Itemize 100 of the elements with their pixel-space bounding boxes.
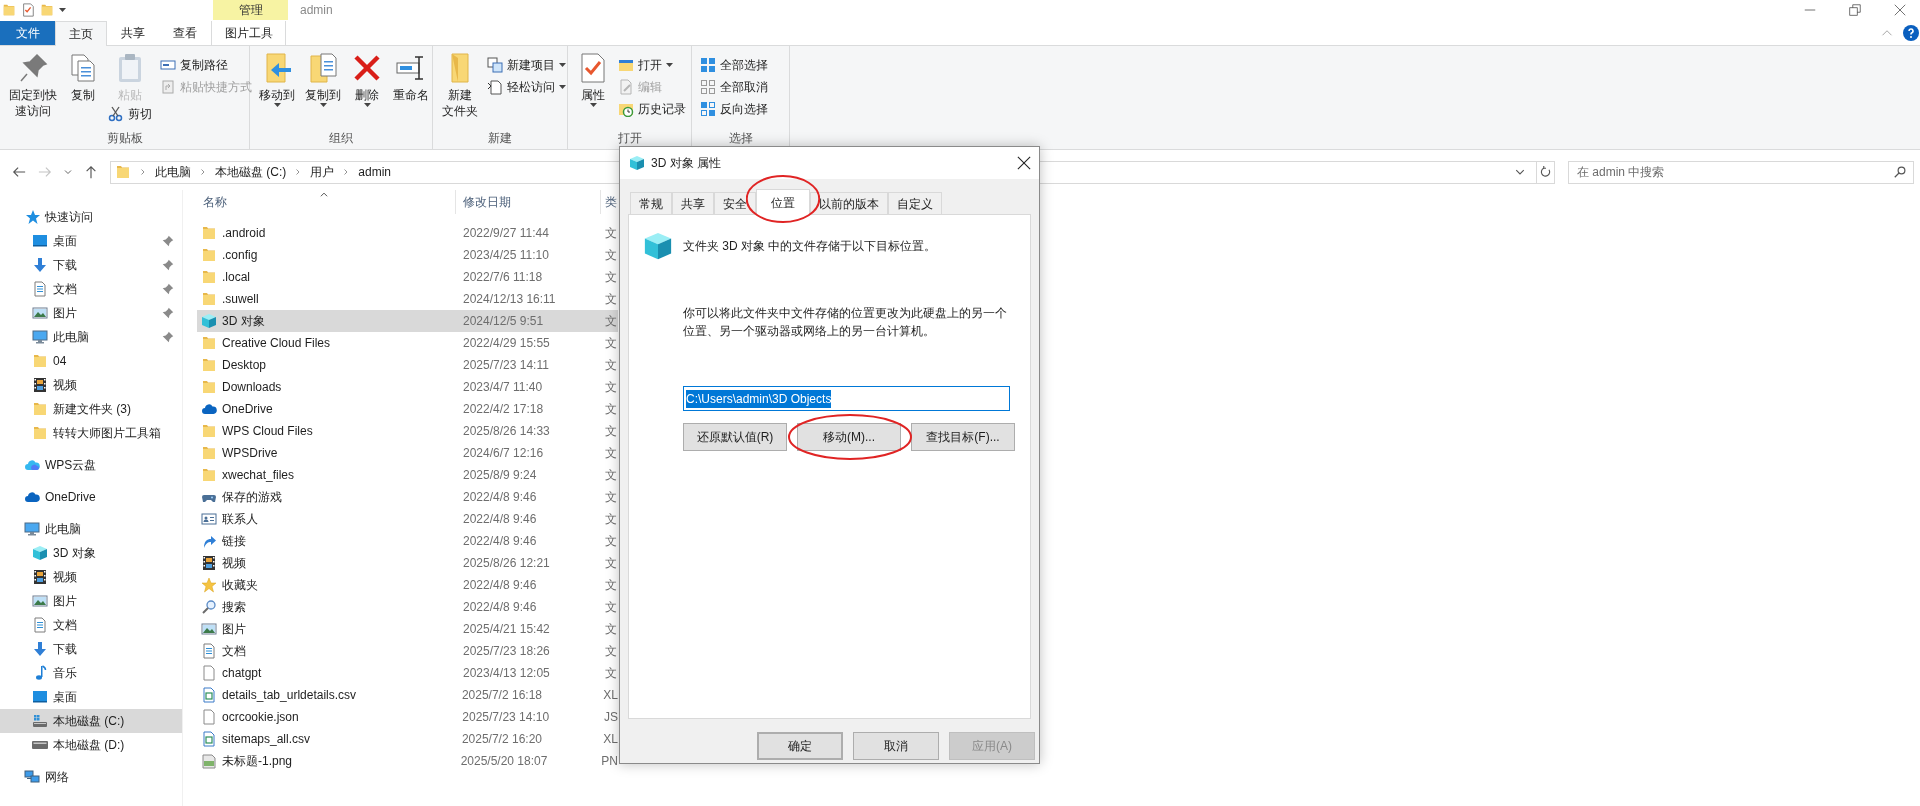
- nav-item[interactable]: 下载: [0, 637, 182, 661]
- file-row[interactable]: 联系人 2022/4/8 9:46 文: [197, 508, 618, 530]
- nav-item[interactable]: 音乐: [0, 661, 182, 685]
- column-header[interactable]: 修改日期: [456, 190, 601, 214]
- nav-item[interactable]: OneDrive: [0, 485, 182, 509]
- file-row[interactable]: 链接 2022/4/8 9:46 文: [197, 530, 618, 552]
- dialog-tab[interactable]: 安全: [714, 192, 756, 214]
- dialog-title: 3D 对象 属性: [651, 155, 722, 172]
- ribbon-command[interactable]: 固定到快 速访问: [6, 52, 60, 119]
- file-row[interactable]: xwechat_files 2025/8/9 9:24 文: [197, 464, 618, 486]
- ribbon-command[interactable]: 复制路径: [158, 54, 254, 76]
- breadcrumb[interactable]: 本地磁盘 (C:): [215, 163, 287, 181]
- file-row[interactable]: Creative Cloud Files 2022/4/29 15:55 文: [197, 332, 618, 354]
- dialog-tab[interactable]: 以前的版本: [810, 192, 888, 214]
- file-row[interactable]: .android 2022/9/27 11:44 文: [197, 222, 618, 244]
- nav-item[interactable]: 桌面: [0, 685, 182, 709]
- nav-item[interactable]: WPS云盘: [0, 453, 182, 477]
- ribbon-tab[interactable]: 主页: [55, 21, 107, 46]
- ribbon-command[interactable]: 移动到: [256, 52, 298, 107]
- file-row[interactable]: 保存的游戏 2022/4/8 9:46 文: [197, 486, 618, 508]
- breadcrumb[interactable]: admin: [358, 163, 391, 181]
- nav-item[interactable]: 04: [0, 349, 182, 373]
- ribbon-command[interactable]: 复制到: [302, 52, 344, 107]
- ribbon-tab[interactable]: 文件: [0, 21, 55, 45]
- nav-item[interactable]: 视频: [0, 565, 182, 589]
- refresh-button[interactable]: [1537, 160, 1555, 184]
- modified-date: 2023/4/25 11:10: [462, 247, 550, 264]
- nav-item[interactable]: 3D 对象: [0, 541, 182, 565]
- ribbon-command[interactable]: 全部选择: [698, 54, 770, 76]
- ribbon-command[interactable]: 轻松访问: [485, 76, 568, 98]
- file-row[interactable]: sitemaps_all.csv 2025/7/2 16:20 XL: [197, 728, 618, 750]
- nav-item[interactable]: 图片: [0, 301, 182, 325]
- ribbon-command[interactable]: 复制: [64, 52, 102, 103]
- ribbon-command[interactable]: 重命名: [390, 52, 432, 103]
- nav-item[interactable]: 视频: [0, 373, 182, 397]
- file-row[interactable]: chatgpt 2023/4/13 12:05 文: [197, 662, 618, 684]
- location-button[interactable]: 还原默认值(R): [683, 423, 787, 451]
- help-icon[interactable]: [1903, 25, 1919, 41]
- file-name: xwechat_files: [222, 467, 295, 484]
- modified-date: 2022/4/8 9:46: [462, 577, 538, 594]
- file-row[interactable]: Desktop 2025/7/23 14:11 文: [197, 354, 618, 376]
- file-row[interactable]: details_tab_urldetails.csv 2025/7/2 16:18 XL: [197, 684, 618, 706]
- nav-item[interactable]: 转转大师图片工具箱: [0, 421, 182, 445]
- search-field[interactable]: 在 admin 中搜索: [1568, 160, 1914, 184]
- ribbon-command[interactable]: 历史记录: [616, 98, 688, 120]
- breadcrumb[interactable]: 此电脑: [155, 163, 191, 181]
- column-header[interactable]: 名称: [197, 190, 456, 214]
- file-row[interactable]: .config 2023/4/25 11:10 文: [197, 244, 618, 266]
- file-row[interactable]: 搜索 2022/4/8 9:46 文: [197, 596, 618, 618]
- dialog-tab[interactable]: 位置: [756, 189, 810, 215]
- dialog-tab[interactable]: 常规: [630, 192, 672, 214]
- nav-item[interactable]: 本地磁盘 (C:): [0, 709, 182, 733]
- dialog-tab[interactable]: 共享: [672, 192, 714, 214]
- nav-item[interactable]: 网络: [0, 765, 182, 789]
- modified-date: 2022/9/27 11:44: [462, 225, 550, 242]
- nav-item[interactable]: 下载: [0, 253, 182, 277]
- ribbon-command[interactable]: 删除: [348, 52, 386, 107]
- file-row[interactable]: 文档 2025/7/23 18:26 文: [197, 640, 618, 662]
- nav-item[interactable]: 文档: [0, 277, 182, 301]
- ribbon-tab[interactable]: 共享: [107, 21, 159, 45]
- nav-item[interactable]: 此电脑: [0, 325, 182, 349]
- file-row[interactable]: .suwell 2024/12/13 16:11 文: [197, 288, 618, 310]
- file-row[interactable]: WPSDrive 2024/6/7 12:16 文: [197, 442, 618, 464]
- file-row[interactable]: WPS Cloud Files 2025/8/26 14:33 文: [197, 420, 618, 442]
- ribbon-command[interactable]: 新建项目: [485, 54, 568, 76]
- nav-item[interactable]: 本地磁盘 (D:): [0, 733, 182, 757]
- file-row[interactable]: 视频 2025/8/26 12:21 文: [197, 552, 618, 574]
- dialog-button[interactable]: 确定: [757, 732, 843, 760]
- column-header[interactable]: 类: [601, 190, 617, 214]
- ribbon-command[interactable]: 新建 文件夹: [439, 52, 481, 119]
- ribbon-tab[interactable]: 图片工具: [211, 21, 286, 45]
- breadcrumb[interactable]: 用户: [310, 163, 335, 181]
- file-row[interactable]: 图片 2025/4/21 15:42 文: [197, 618, 618, 640]
- nav-item[interactable]: 桌面: [0, 229, 182, 253]
- location-button[interactable]: 移动(M)...: [797, 423, 901, 451]
- ribbon-command[interactable]: 属性: [574, 52, 612, 107]
- file-row[interactable]: 3D 对象 2024/12/5 9:51 文: [197, 310, 618, 332]
- ribbon-command[interactable]: 剪切: [106, 103, 154, 125]
- path-box-icon: [160, 57, 176, 73]
- file-row[interactable]: 未标题-1.png 2025/5/20 18:07 PN: [197, 750, 618, 772]
- nav-item[interactable]: 图片: [0, 589, 182, 613]
- nav-item[interactable]: 快速访问: [0, 205, 182, 229]
- file-row[interactable]: .local 2022/7/6 11:18 文: [197, 266, 618, 288]
- ribbon-command[interactable]: 反向选择: [698, 98, 770, 120]
- file-row[interactable]: 收藏夹 2022/4/8 9:46 文: [197, 574, 618, 596]
- location-button[interactable]: 查找目标(F)...: [911, 423, 1015, 451]
- nav-item[interactable]: 文档: [0, 613, 182, 637]
- dialog-button[interactable]: 取消: [853, 732, 939, 760]
- file-row[interactable]: Downloads 2023/4/7 11:40 文: [197, 376, 618, 398]
- modified-date: 2024/12/13 16:11: [462, 291, 557, 308]
- file-row[interactable]: ocrcookie.json 2025/7/23 14:10 JS: [197, 706, 618, 728]
- drive-icon: [32, 713, 48, 729]
- nav-item[interactable]: 新建文件夹 (3): [0, 397, 182, 421]
- ribbon-command[interactable]: 打开: [616, 54, 688, 76]
- path-field[interactable]: C:\Users\admin\3D Objects: [683, 386, 1010, 411]
- nav-item[interactable]: 此电脑: [0, 517, 182, 541]
- ribbon-tab[interactable]: 查看: [159, 21, 211, 45]
- ribbon-command[interactable]: 全部取消: [698, 76, 770, 98]
- dialog-tab[interactable]: 自定义: [888, 192, 942, 214]
- file-row[interactable]: OneDrive 2022/4/2 17:18 文: [197, 398, 618, 420]
